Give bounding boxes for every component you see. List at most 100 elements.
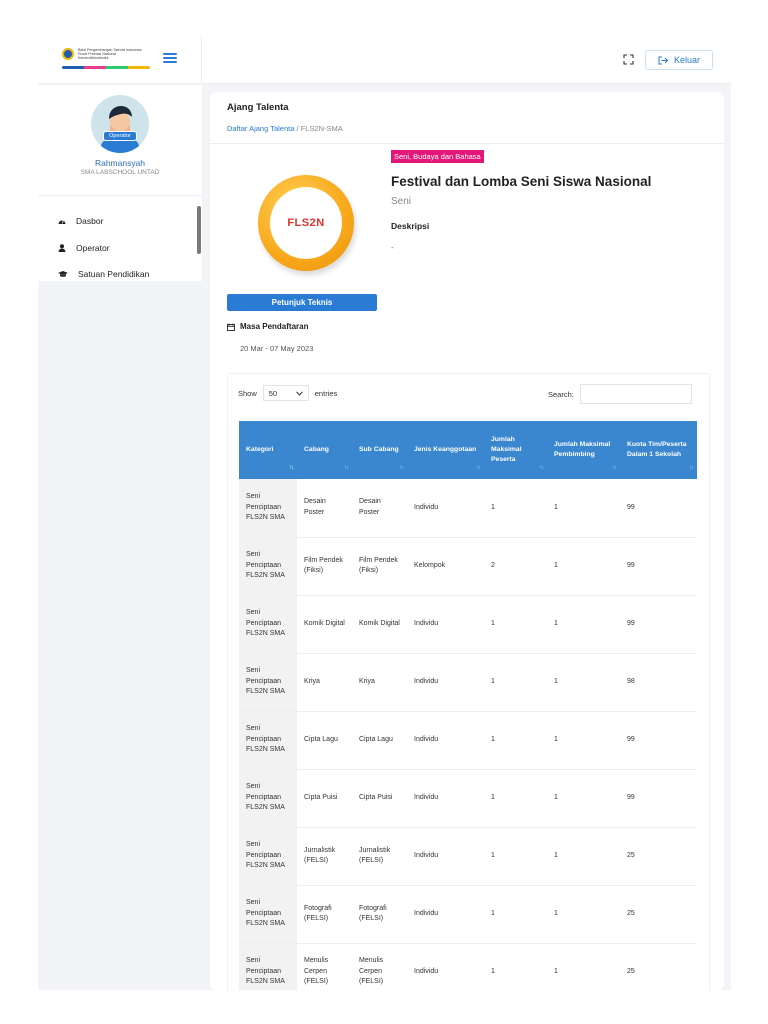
table-body: Seni Penciptaan FLS2N SMA Desain Poster De… — [239, 479, 697, 990]
cell-max-pembimbing: 1 — [547, 827, 620, 886]
logout-button[interactable]: Keluar — [645, 50, 713, 70]
top-bar: Balai Pengembangan Talenta Indonesia Pus… — [38, 36, 731, 84]
sidebar-item-operator[interactable]: Operator — [58, 243, 110, 253]
event-subtitle: Seni — [391, 196, 412, 207]
column-header-label: Cabang — [304, 446, 329, 453]
entries-label: entries — [314, 388, 338, 398]
hamburger-icon[interactable] — [163, 53, 177, 65]
cell-max-pembimbing: 1 — [547, 595, 620, 654]
cell-kategori: Seni Penciptaan FLS2N SMA — [239, 769, 297, 828]
cell-max-pembimbing: 1 — [547, 653, 620, 712]
cell-kategori: Seni Penciptaan FLS2N SMA — [239, 943, 297, 990]
page-title: Ajang Talenta — [227, 102, 289, 113]
cell-jenis-keanggotaan: Individu — [407, 769, 484, 828]
user-school: SMA LABSCHOOL UNTAD — [80, 169, 160, 176]
column-header-label: Jumlah Maksimal Pembimbing — [554, 441, 611, 458]
column-header-cabang[interactable]: Cabang ↑↓ — [297, 421, 352, 479]
table-header-row: Kategori ↑↓ Cabang ↑↓ Sub Cabang ↑↓ Jenis K… — [239, 421, 697, 479]
cell-kuota: 98 — [620, 653, 697, 712]
cell-cabang: Menulis Cerpen (FELSI) — [297, 943, 352, 990]
logo-text: Balai Pengembangan Talenta Indonesia Pus… — [78, 48, 152, 60]
column-header-label: Sub Cabang — [359, 446, 399, 453]
cell-kuota: 25 — [620, 943, 697, 990]
divider — [38, 195, 202, 196]
cell-cabang: Kriya — [297, 653, 352, 712]
event-emblem: FLS2N — [258, 175, 354, 271]
column-header-max-pembimbing[interactable]: Jumlah Maksimal Pembimbing ↑↓ — [547, 421, 620, 479]
column-header-max-peserta[interactable]: Jumlah Maksimal Peserta ↑↓ — [484, 421, 547, 479]
show-label: Show — [238, 388, 257, 398]
cell-sub-cabang: Cipta Lagu — [352, 711, 407, 770]
cell-jenis-keanggotaan: Individu — [407, 885, 484, 944]
cell-sub-cabang: Desain Poster — [352, 479, 407, 538]
category-tag: Seni, Budaya dan Bahasa — [391, 150, 484, 163]
column-header-sub-cabang[interactable]: Sub Cabang ↑↓ — [352, 421, 407, 479]
registration-label: Masa Pendaftaran — [227, 322, 308, 331]
cell-kuota: 25 — [620, 885, 697, 944]
table-row: Seni Penciptaan FLS2N SMA Komik Digital Ko… — [239, 595, 697, 654]
description-value: - — [391, 243, 394, 252]
user-avatar-icon — [101, 106, 139, 153]
cell-sub-cabang: Kriya — [352, 653, 407, 712]
sidebar: Operator Rahmansyah SMA LABSCHOOL UNTAD … — [38, 85, 202, 281]
cell-max-pembimbing: 1 — [547, 711, 620, 770]
sidebar-item-satuan-pendidikan[interactable]: Satuan Pendidikan — [58, 269, 149, 279]
search-input[interactable] — [579, 384, 692, 404]
cell-max-peserta: 1 — [484, 595, 547, 654]
sort-icon: ↑↓ — [399, 465, 404, 471]
sidebar-item-dasbor[interactable]: Dasbor — [58, 216, 103, 226]
column-header-kategori[interactable]: Kategori ↑↓ — [239, 421, 297, 479]
breadcrumb-current: FLS2N-SMA — [300, 124, 343, 133]
sort-icon: ↑↓ — [476, 465, 481, 471]
cell-max-peserta: 1 — [484, 885, 547, 944]
cell-cabang: Cipta Puisi — [297, 769, 352, 828]
user-name: Rahmansyah — [94, 158, 146, 168]
event-title: Festival dan Lomba Seni Siswa Nasional — [391, 174, 652, 189]
cell-sub-cabang: Cipta Puisi — [352, 769, 407, 828]
cell-cabang: Desain Poster — [297, 479, 352, 538]
table-row: Seni Penciptaan FLS2N SMA Kriya Kriya Indiv… — [239, 653, 697, 712]
cell-kuota: 99 — [620, 595, 697, 654]
cell-max-pembimbing: 1 — [547, 769, 620, 828]
cell-kuota: 99 — [620, 711, 697, 770]
cell-sub-cabang: Film Pendek (Fiksi) — [352, 537, 407, 596]
data-table: Kategori ↑↓ Cabang ↑↓ Sub Cabang ↑↓ Jenis K… — [239, 421, 697, 990]
sidebar-scrollbar[interactable] — [197, 206, 201, 254]
emblem-center: FLS2N — [270, 187, 342, 259]
cell-sub-cabang: Komik Digital — [352, 595, 407, 654]
column-header-label: Kategori — [246, 446, 274, 453]
cell-jenis-keanggotaan: Individu — [407, 479, 484, 538]
description-label: Deskripsi — [391, 221, 430, 231]
cell-kategori: Seni Penciptaan FLS2N SMA — [239, 653, 297, 712]
cell-max-peserta: 1 — [484, 711, 547, 770]
expand-icon[interactable] — [623, 54, 634, 65]
brand-area: Balai Pengembangan Talenta Indonesia Pus… — [38, 36, 202, 84]
dashboard-icon — [58, 220, 66, 224]
breadcrumb-link[interactable]: Daftar Ajang Talenta — [227, 124, 294, 133]
sort-icon: ↑↓ — [689, 465, 694, 471]
table-row: Seni Penciptaan FLS2N SMA Film Pendek (Fi… — [239, 537, 697, 596]
cell-cabang: Film Pendek (Fiksi) — [297, 537, 352, 596]
graduation-cap-icon — [58, 271, 68, 277]
technical-guide-button[interactable]: Petunjuk Teknis — [227, 294, 377, 311]
table-panel: Show 50 entries Search: Kategori ↑↓ Caba… — [227, 373, 710, 990]
entries-select[interactable]: 50 — [262, 385, 309, 401]
cell-kategori: Seni Penciptaan FLS2N SMA — [239, 827, 297, 886]
calendar-icon — [227, 323, 235, 331]
column-header-jenis-keanggotaan[interactable]: Jenis Keanggotaan ↑↓ — [407, 421, 484, 479]
cell-max-pembimbing: 1 — [547, 885, 620, 944]
cell-sub-cabang: Fotografi (FELSI) — [352, 885, 407, 944]
cell-kuota: 99 — [620, 769, 697, 828]
sidebar-item-label: Satuan Pendidikan — [78, 269, 150, 279]
cell-max-peserta: 1 — [484, 943, 547, 990]
cell-kuota: 99 — [620, 537, 697, 596]
cell-max-peserta: 1 — [484, 653, 547, 712]
cell-kategori: Seni Penciptaan FLS2N SMA — [239, 595, 297, 654]
role-badge: Operator — [103, 131, 137, 141]
column-header-kuota[interactable]: Kuota Tim/Peserta Dalam 1 Sekolah ↑↓ — [620, 421, 697, 479]
table-row: Seni Penciptaan FLS2N SMA Jurnalistik (FE… — [239, 827, 697, 886]
registration-label-text: Masa Pendaftaran — [240, 322, 309, 331]
chevron-down-icon — [295, 390, 303, 396]
sidebar-item-label: Dasbor — [76, 216, 104, 226]
cell-cabang: Komik Digital — [297, 595, 352, 654]
